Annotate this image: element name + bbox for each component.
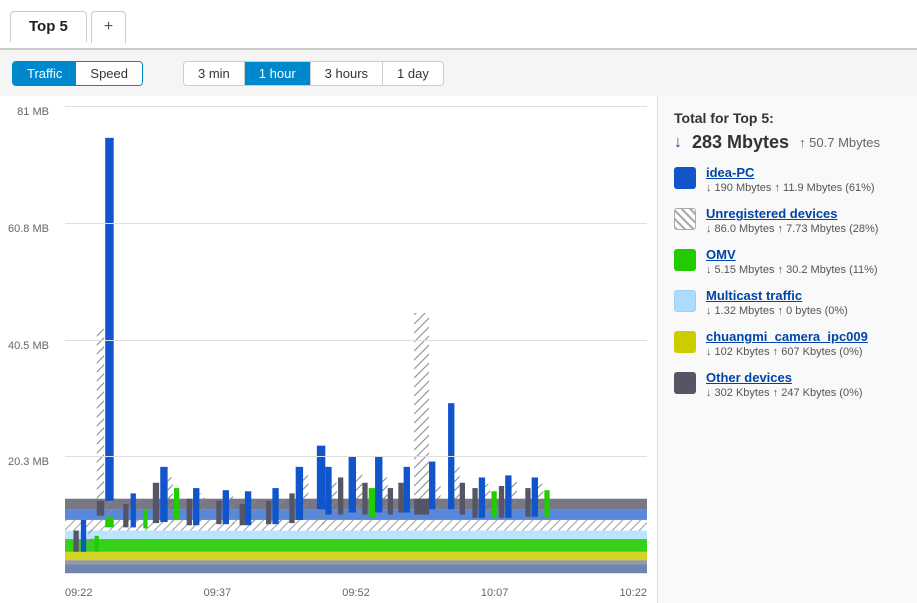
legend-item-2: OMV ↓ 5.15 Mbytes ↑ 30.2 Mbytes (11%) (674, 247, 901, 276)
legend-total-title: Total for Top 5: (674, 110, 901, 126)
x-label-3: 10:07 (481, 587, 509, 599)
speed-toggle-button[interactable]: Speed (76, 62, 142, 85)
x-label-0: 09:22 (65, 587, 93, 599)
y-axis-labels: 81 MB 60.8 MB 40.5 MB 20.3 MB (8, 106, 49, 573)
legend-swatch-1 (674, 208, 696, 230)
grid-line-2 (65, 340, 647, 341)
legend-stats-3: ↓ 1.32 Mbytes ↑ 0 bytes (0%) (706, 305, 848, 317)
legend-item-5: Other devices ↓ 302 Kbytes ↑ 247 Kbytes (… (674, 370, 901, 399)
tab-add-button[interactable]: + (91, 11, 126, 44)
x-label-2: 09:52 (342, 587, 370, 599)
x-label-1: 09:37 (204, 587, 232, 599)
x-axis-labels: 09:22 09:37 09:52 10:07 10:22 (65, 587, 647, 599)
time-1hour-button[interactable]: 1 hour (245, 62, 311, 85)
legend-text-2: OMV ↓ 5.15 Mbytes ↑ 30.2 Mbytes (11%) (706, 247, 878, 276)
traffic-speed-toggle: Traffic Speed (12, 61, 143, 86)
legend-items-container: idea-PC ↓ 190 Mbytes ↑ 11.9 Mbytes (61%) U… (674, 165, 901, 399)
time-3min-button[interactable]: 3 min (184, 62, 245, 85)
grid-line-4 (65, 573, 647, 574)
legend-item-4: chuangmi_camera_ipc009 ↓ 102 Kbytes ↑ 607… (674, 329, 901, 358)
chart-area: 81 MB 60.8 MB 40.5 MB 20.3 MB (0, 96, 657, 603)
legend-text-5: Other devices ↓ 302 Kbytes ↑ 247 Kbytes (… (706, 370, 863, 399)
total-up-value: ↑ 50.7 Mbytes (799, 135, 880, 150)
legend-stats-1: ↓ 86.0 Mbytes ↑ 7.73 Mbytes (28%) (706, 223, 878, 235)
legend-name-5[interactable]: Other devices (706, 370, 863, 385)
time-3hours-button[interactable]: 3 hours (311, 62, 383, 85)
grid-line-3 (65, 456, 647, 457)
legend-name-4[interactable]: chuangmi_camera_ipc009 (706, 329, 868, 344)
legend-swatch-5 (674, 372, 696, 394)
legend-stats-2: ↓ 5.15 Mbytes ↑ 30.2 Mbytes (11%) (706, 264, 878, 276)
y-label-2: 40.5 MB (8, 340, 49, 352)
tab-bar: Top 5 + (0, 0, 917, 50)
legend-item-3: Multicast traffic ↓ 1.32 Mbytes ↑ 0 bytes… (674, 288, 901, 317)
legend-swatch-0 (674, 167, 696, 189)
total-down-value: 283 Mbytes (692, 132, 789, 153)
time-1day-button[interactable]: 1 day (383, 62, 443, 85)
legend-swatch-3 (674, 290, 696, 312)
legend-text-3: Multicast traffic ↓ 1.32 Mbytes ↑ 0 bytes… (706, 288, 848, 317)
traffic-toggle-button[interactable]: Traffic (13, 62, 76, 85)
tab-top5[interactable]: Top 5 (10, 11, 87, 43)
time-range-group: 3 min 1 hour 3 hours 1 day (183, 61, 444, 86)
legend-name-2[interactable]: OMV (706, 247, 878, 262)
legend-name-1[interactable]: Unregistered devices (706, 206, 878, 221)
grid-line-0 (65, 106, 647, 107)
total-down-arrow: ↓ (674, 134, 682, 152)
legend-item-0: idea-PC ↓ 190 Mbytes ↑ 11.9 Mbytes (61%) (674, 165, 901, 194)
legend-stats-4: ↓ 102 Kbytes ↑ 607 Kbytes (0%) (706, 346, 868, 358)
legend-panel: Total for Top 5: ↓ 283 Mbytes ↑ 50.7 Mby… (657, 96, 917, 603)
grid-line-1 (65, 223, 647, 224)
controls-bar: Traffic Speed 3 min 1 hour 3 hours 1 day (0, 50, 917, 96)
legend-total-values: ↓ 283 Mbytes ↑ 50.7 Mbytes (674, 132, 901, 153)
legend-swatch-4 (674, 331, 696, 353)
main-content: 81 MB 60.8 MB 40.5 MB 20.3 MB (0, 96, 917, 603)
legend-stats-0: ↓ 190 Mbytes ↑ 11.9 Mbytes (61%) (706, 182, 875, 194)
legend-item-1: Unregistered devices ↓ 86.0 Mbytes ↑ 7.73… (674, 206, 901, 235)
legend-name-3[interactable]: Multicast traffic (706, 288, 848, 303)
y-label-3: 20.3 MB (8, 456, 49, 468)
y-label-0: 81 MB (17, 106, 49, 118)
legend-text-4: chuangmi_camera_ipc009 ↓ 102 Kbytes ↑ 607… (706, 329, 868, 358)
legend-stats-5: ↓ 302 Kbytes ↑ 247 Kbytes (0%) (706, 387, 863, 399)
legend-text-0: idea-PC ↓ 190 Mbytes ↑ 11.9 Mbytes (61%) (706, 165, 875, 194)
grid-lines (65, 106, 647, 573)
legend-text-1: Unregistered devices ↓ 86.0 Mbytes ↑ 7.73… (706, 206, 878, 235)
y-label-1: 60.8 MB (8, 223, 49, 235)
legend-name-0[interactable]: idea-PC (706, 165, 875, 180)
legend-swatch-2 (674, 249, 696, 271)
x-label-4: 10:22 (619, 587, 647, 599)
